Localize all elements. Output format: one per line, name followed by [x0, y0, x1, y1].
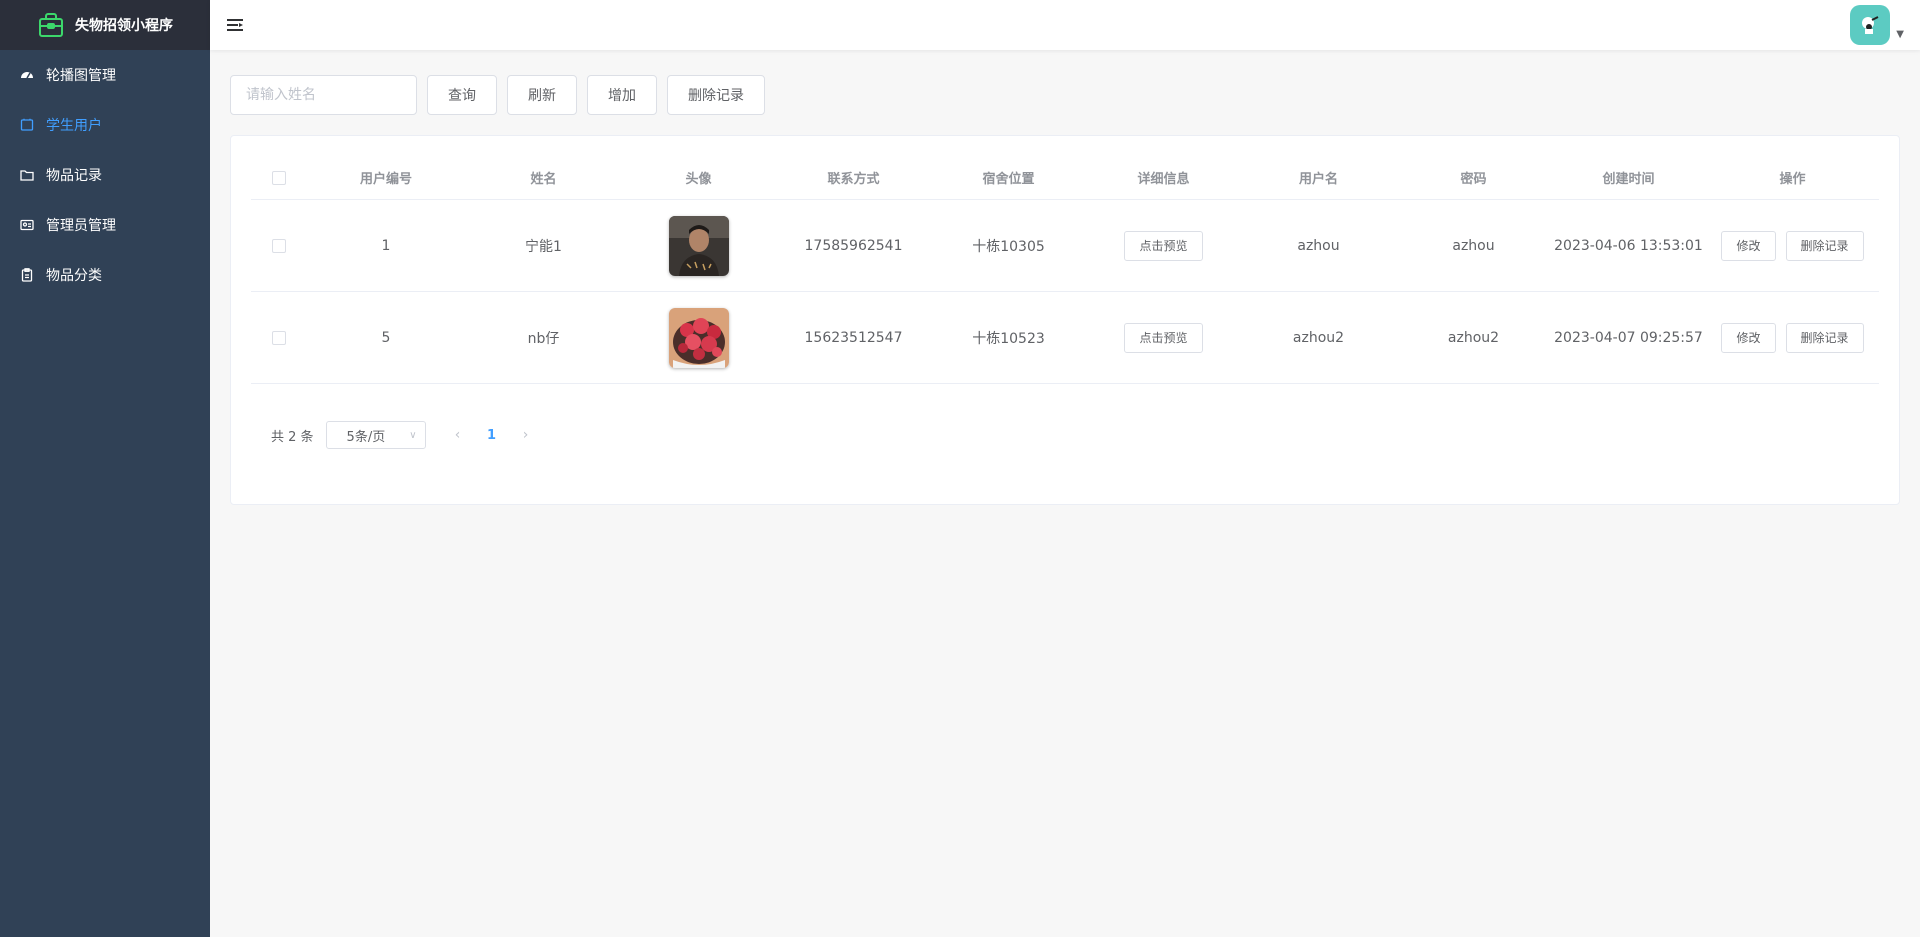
caret-down-icon[interactable]: ▼: [1896, 29, 1904, 41]
sidebar-item-admins[interactable]: 管理员管理: [0, 200, 210, 250]
cell-dorm: 十栋10305: [972, 238, 1045, 255]
cell-username: azhou: [1297, 237, 1340, 254]
sidebar-item-label: 物品记录: [46, 168, 102, 184]
preview-button[interactable]: 点击预览: [1124, 322, 1203, 353]
header-created: 创建时间: [1602, 172, 1655, 187]
pagination: 共 2 条 5条/页 ∨ ‹ 1 ›: [271, 421, 540, 449]
sidebar-item-categories[interactable]: 物品分类: [0, 250, 210, 300]
delete-row-button[interactable]: 删除记录: [1785, 322, 1864, 353]
logo-bar: 失物招领小程序: [0, 0, 210, 50]
avatar-image-icon: [1862, 16, 1879, 34]
table-card: 用户编号 姓名 头像 联系方式 宿舍位置 详细信息 用户名 密码 创建时间 操作…: [230, 135, 1900, 505]
table-row: 1 宁能1 17585962541 十栋10305 点击预览 azhou azh…: [251, 200, 1879, 292]
table-row: 5 nb仔 15623512547 十栋10523 点击预览 azhou2 az…: [251, 292, 1879, 384]
page-size-select[interactable]: 5条/页 ∨: [325, 421, 426, 449]
header-detail: 详细信息: [1137, 172, 1190, 187]
edit-button[interactable]: 修改: [1721, 322, 1776, 353]
header-dorm: 宿舍位置: [982, 172, 1035, 187]
user-avatar-dropdown[interactable]: ▼: [1850, 5, 1904, 45]
bag-logo-icon: [37, 11, 65, 39]
header-phone: 联系方式: [827, 172, 880, 187]
cell-dorm: 十栋10523: [972, 330, 1045, 347]
user-avatar-thumbnail[interactable]: [668, 215, 729, 276]
cell-created: 2023-04-06 13:53:01: [1554, 237, 1703, 254]
cell-phone: 17585962541: [804, 237, 903, 254]
cell-username: azhou2: [1292, 329, 1345, 346]
sidebar-item-label: 学生用户: [46, 118, 102, 134]
user-card-icon: [20, 118, 34, 132]
students-table: 用户编号 姓名 头像 联系方式 宿舍位置 详细信息 用户名 密码 创建时间 操作…: [251, 156, 1879, 384]
sidebar-item-label: 物品分类: [46, 268, 102, 284]
edit-button[interactable]: 修改: [1721, 230, 1776, 261]
refresh-button[interactable]: 刷新: [507, 75, 577, 115]
top-navbar: ▼: [210, 0, 1920, 50]
pagination-total: 共 2 条: [271, 429, 314, 445]
sidebar-item-carousel[interactable]: 轮播图管理: [0, 50, 210, 100]
cell-user-id: 5: [381, 329, 391, 346]
query-button[interactable]: 查询: [427, 75, 497, 115]
avatar[interactable]: [1850, 5, 1891, 45]
cell-created: 2023-04-07 09:25:57: [1554, 329, 1703, 346]
table-header-row: 用户编号 姓名 头像 联系方式 宿舍位置 详细信息 用户名 密码 创建时间 操作: [251, 156, 1879, 200]
next-page-icon[interactable]: ›: [512, 421, 540, 449]
header-user-id: 用户编号: [359, 172, 412, 187]
row-checkbox[interactable]: [271, 238, 286, 253]
sidebar-item-label: 轮播图管理: [46, 68, 116, 84]
page-size-value: 5条/页: [346, 429, 386, 445]
header-name: 姓名: [530, 172, 557, 187]
sidebar: 失物招领小程序 轮播图管理 学生用户 物品记录 管理员管理 物品分类: [0, 0, 210, 937]
dashboard-icon: [20, 68, 34, 82]
header-operations: 操作: [1779, 172, 1806, 187]
folder-icon: [20, 168, 34, 182]
app-title: 失物招领小程序: [75, 18, 173, 34]
page-number-current[interactable]: 1: [477, 421, 507, 449]
cell-password: azhou2: [1447, 329, 1500, 346]
header-username: 用户名: [1298, 172, 1338, 187]
user-avatar-thumbnail[interactable]: [668, 307, 729, 368]
select-all-checkbox[interactable]: [271, 170, 286, 185]
cell-password: azhou: [1452, 237, 1495, 254]
cell-phone: 15623512547: [804, 329, 903, 346]
row-checkbox[interactable]: [271, 330, 286, 345]
header-password: 密码: [1460, 172, 1487, 187]
cell-name: 宁能1: [525, 238, 562, 255]
id-card-icon: [20, 218, 34, 232]
prev-page-icon[interactable]: ‹: [444, 421, 472, 449]
clipboard-icon: [20, 268, 34, 282]
add-button[interactable]: 增加: [587, 75, 657, 115]
search-toolbar: 查询 刷新 增加 删除记录: [230, 75, 765, 115]
name-search-input[interactable]: [230, 75, 417, 115]
delete-records-button[interactable]: 删除记录: [667, 75, 765, 115]
cell-name: nb仔: [527, 330, 560, 347]
chevron-down-icon: ∨: [409, 429, 417, 441]
delete-row-button[interactable]: 删除记录: [1785, 230, 1864, 261]
header-avatar: 头像: [685, 172, 712, 187]
sidebar-item-records[interactable]: 物品记录: [0, 150, 210, 200]
preview-button[interactable]: 点击预览: [1124, 230, 1203, 261]
sidebar-item-students[interactable]: 学生用户: [0, 100, 210, 150]
cell-user-id: 1: [381, 237, 391, 254]
hamburger-icon[interactable]: [226, 16, 244, 34]
sidebar-item-label: 管理员管理: [46, 218, 116, 234]
